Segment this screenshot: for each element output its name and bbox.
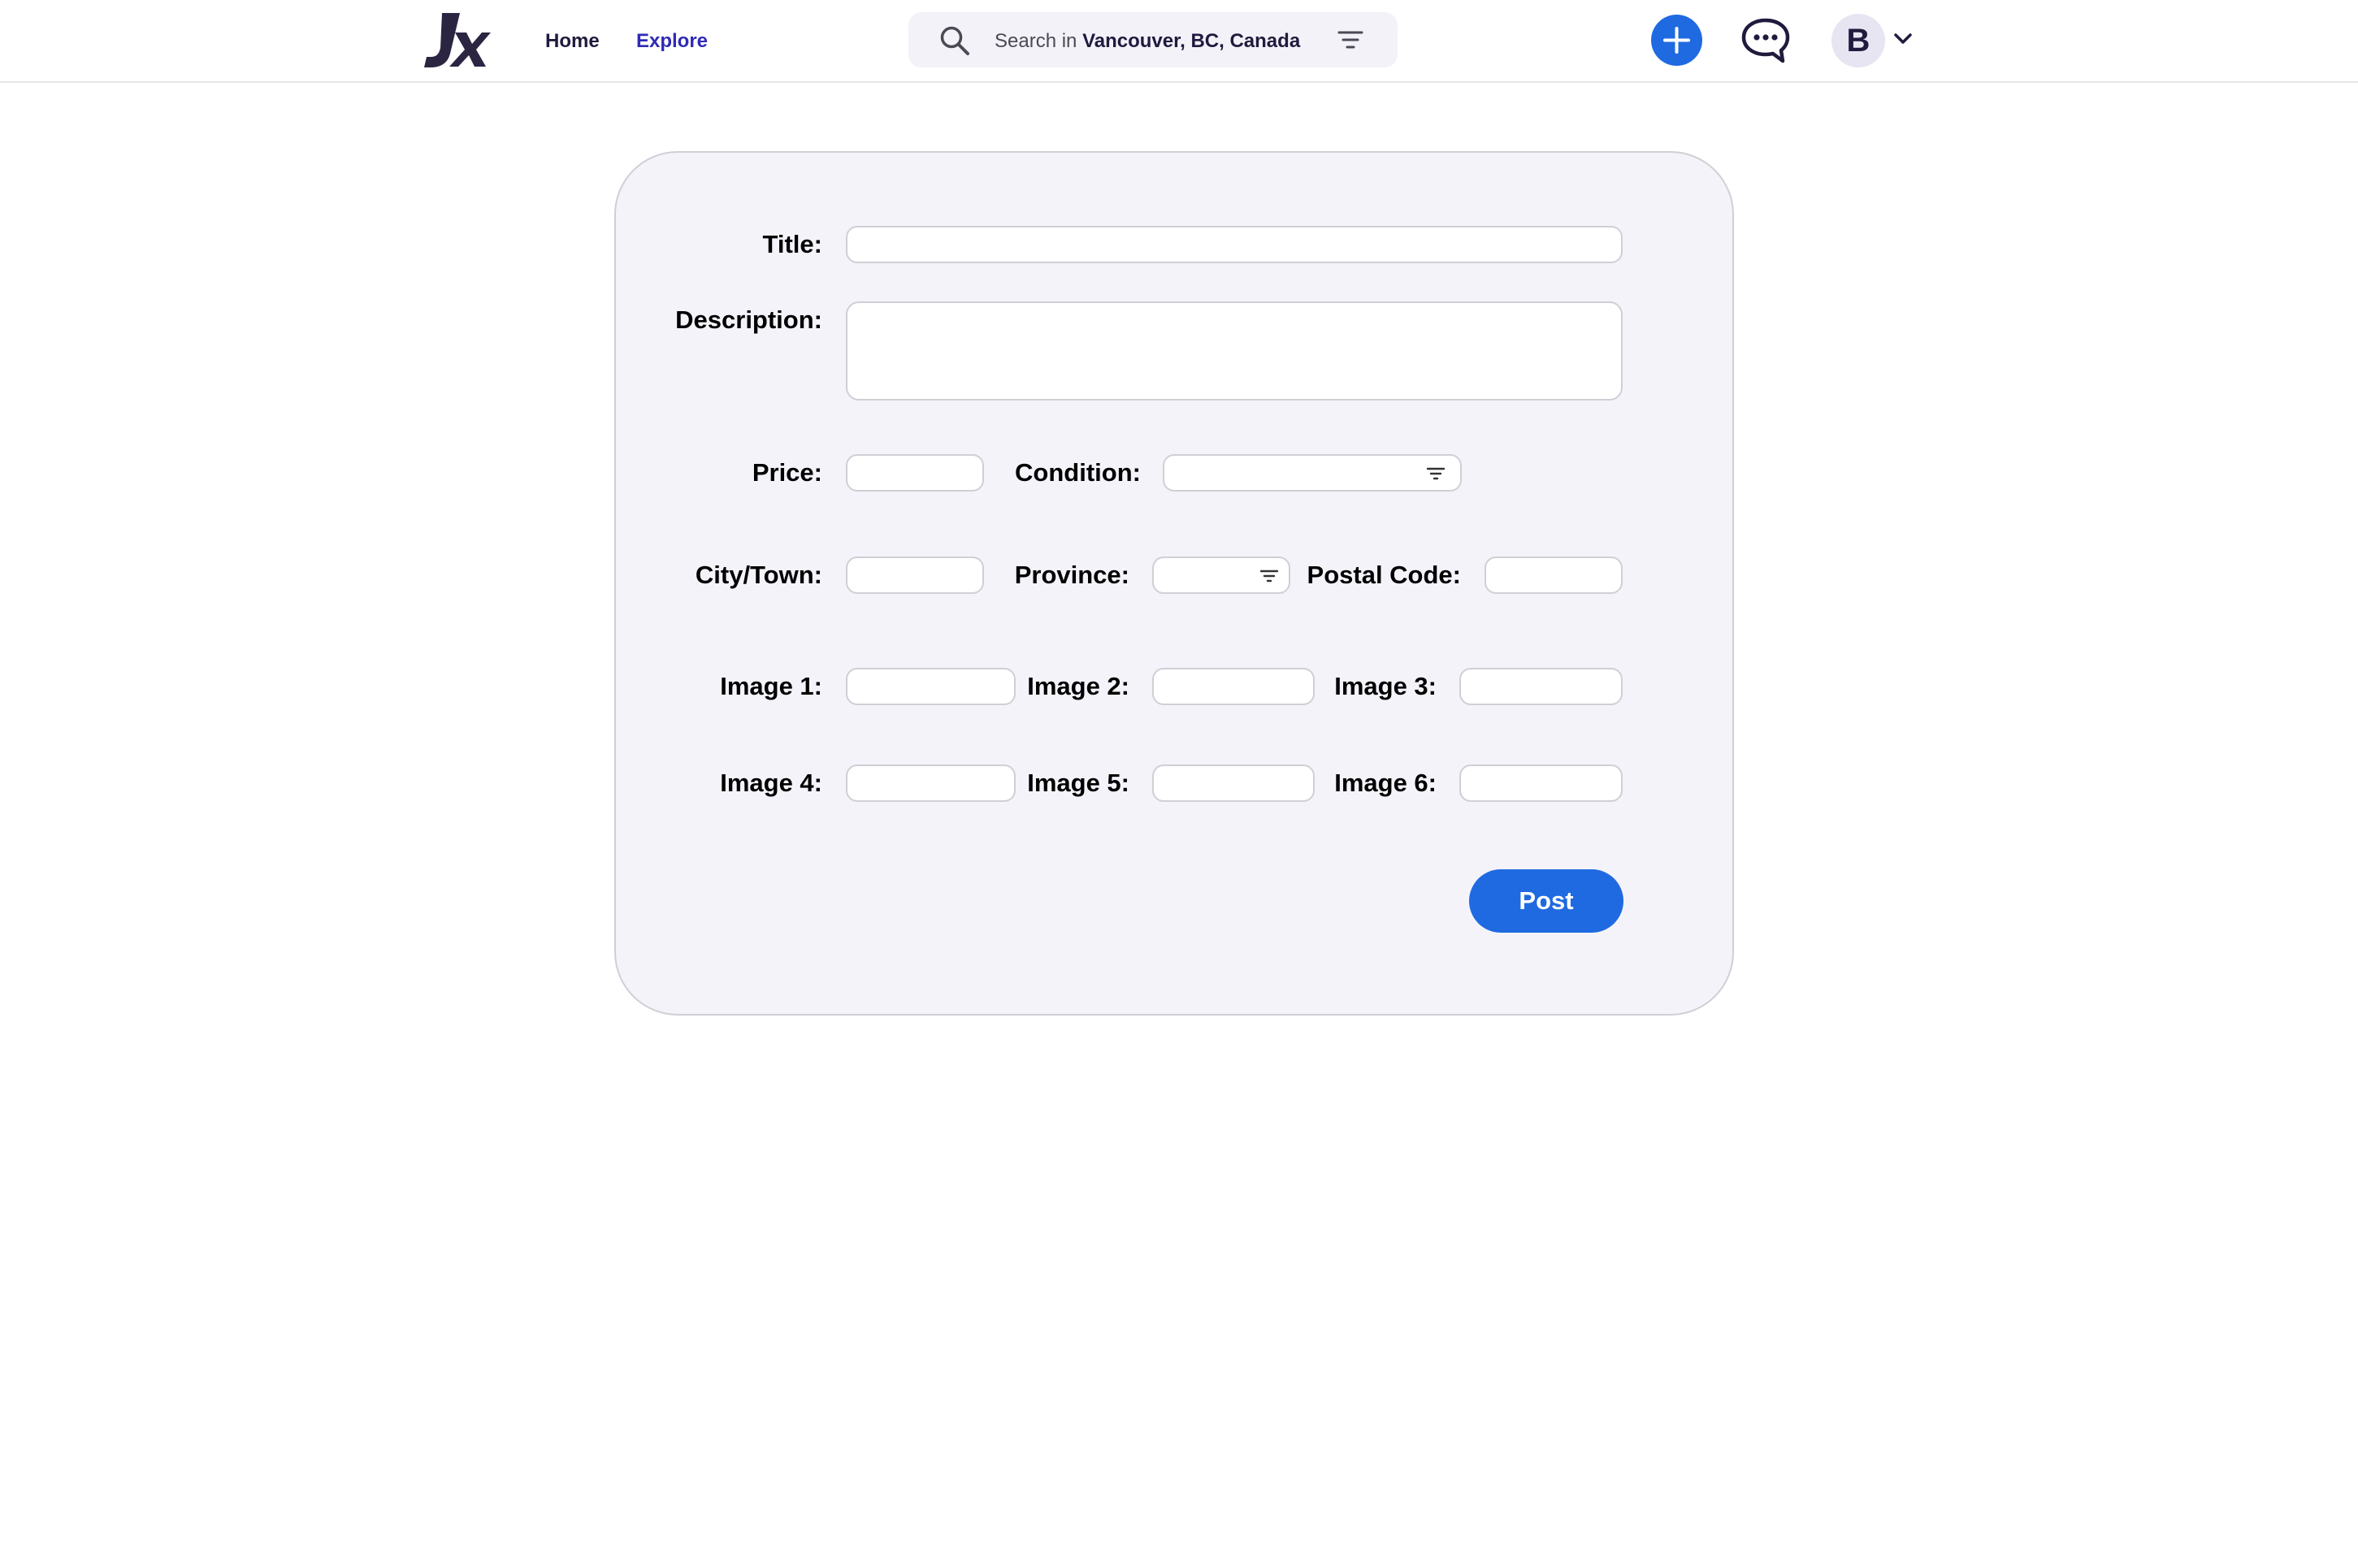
price-input[interactable] bbox=[846, 454, 984, 492]
image-3-input[interactable] bbox=[1459, 668, 1623, 705]
price-label: Price: bbox=[752, 458, 822, 487]
image-6-input[interactable] bbox=[1459, 765, 1623, 802]
city-label: City/Town: bbox=[695, 561, 822, 589]
image-1-label: Image 1: bbox=[720, 672, 822, 700]
chevron-down-icon[interactable] bbox=[1893, 32, 1913, 46]
image-6-label: Image 6: bbox=[1334, 769, 1437, 797]
condition-label: Condition: bbox=[1015, 458, 1141, 487]
filter-icon[interactable] bbox=[1337, 28, 1363, 52]
image-1-input[interactable] bbox=[846, 668, 1016, 705]
image-5-label: Image 5: bbox=[1027, 769, 1129, 797]
user-avatar[interactable]: B bbox=[1831, 14, 1885, 67]
search-bar[interactable]: Search in Vancouver, BC, Canada bbox=[908, 12, 1398, 67]
chat-bubble-icon[interactable] bbox=[1740, 16, 1791, 65]
postal-code-input[interactable] bbox=[1485, 557, 1623, 594]
condition-select[interactable] bbox=[1163, 454, 1462, 492]
filter-icon bbox=[1259, 570, 1279, 583]
province-select[interactable] bbox=[1152, 557, 1290, 594]
logo[interactable] bbox=[423, 11, 491, 68]
image-5-input[interactable] bbox=[1152, 765, 1315, 802]
description-label: Description: bbox=[675, 305, 822, 334]
nav-explore-link[interactable]: Explore bbox=[636, 29, 708, 54]
image-3-label: Image 3: bbox=[1334, 672, 1437, 700]
create-listing-button[interactable] bbox=[1651, 15, 1702, 66]
search-location: Vancouver, BC, Canada bbox=[1082, 30, 1301, 52]
search-placeholder: Search in Vancouver, BC, Canada bbox=[995, 30, 1300, 53]
province-label: Province: bbox=[1014, 561, 1129, 589]
title-label: Title: bbox=[762, 230, 823, 258]
image-4-label: Image 4: bbox=[720, 769, 822, 797]
top-navigation-bar: Home Explore Search in Vancouver, BC, Ca… bbox=[0, 0, 2358, 83]
city-input[interactable] bbox=[846, 557, 984, 594]
search-prefix: Search in bbox=[995, 30, 1083, 52]
title-input[interactable] bbox=[846, 226, 1623, 263]
search-icon bbox=[940, 26, 969, 55]
post-button[interactable]: Post bbox=[1469, 869, 1623, 933]
description-textarea[interactable] bbox=[846, 301, 1623, 401]
image-2-label: Image 2: bbox=[1027, 672, 1129, 700]
image-4-input[interactable] bbox=[846, 765, 1016, 802]
postal-code-label: Postal Code: bbox=[1307, 561, 1461, 589]
nav-home-link[interactable]: Home bbox=[545, 29, 600, 54]
image-2-input[interactable] bbox=[1152, 668, 1315, 705]
filter-icon bbox=[1426, 467, 1446, 480]
plus-icon bbox=[1663, 27, 1690, 54]
logo-mark-icon bbox=[424, 13, 491, 67]
